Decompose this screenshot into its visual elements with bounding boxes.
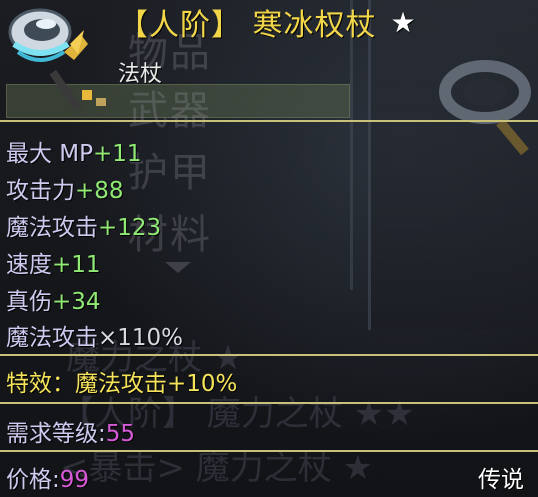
stat-value: +11 <box>93 141 142 167</box>
special-effect: 特效：魔法攻击+10% <box>6 371 238 397</box>
item-name: 【人阶】 寒冰权杖 <box>118 8 377 43</box>
ghost-staff-icon <box>439 60 531 156</box>
price-value: 99 <box>59 467 90 493</box>
stat-magic-attack: 魔法攻击+123 <box>6 208 161 242</box>
stat-attack: 攻击力+88 <box>6 171 124 205</box>
background-detail-panel <box>368 0 538 330</box>
stat-value: +123 <box>98 215 162 241</box>
stat-speed: 速度+11 <box>6 245 101 279</box>
level-requirement-label: 需求等级: <box>6 421 106 447</box>
item-tooltip: 物品 武器 护甲 材料 魔力之杖 ★ 【人阶】 魔力之杖 ★★ <暴击> 魔力之… <box>0 0 538 497</box>
rarity-label: 传说 <box>478 467 524 493</box>
item-type-label: 法杖 <box>118 62 163 87</box>
stat-value: ×110% <box>98 325 184 351</box>
stat-value: +11 <box>52 252 101 278</box>
item-price: 价格:99 <box>6 460 89 494</box>
star-icon: ★ <box>390 5 417 39</box>
divider-requirement <box>0 402 538 404</box>
stat-value: +88 <box>75 178 124 204</box>
stat-max-mp: 最大 MP+11 <box>6 134 142 168</box>
stat-name: 速度 <box>6 252 52 278</box>
background-scroll-down-icon <box>165 262 191 273</box>
level-requirement-value: 55 <box>105 421 136 447</box>
divider-top <box>0 120 538 122</box>
stat-true-damage: 真伤+34 <box>6 282 101 316</box>
stat-magic-attack-multiplier: 魔法攻击×110% <box>6 318 183 352</box>
item-title: 【人阶】 寒冰权杖 ★ <box>118 2 417 44</box>
stat-name: 最大 MP <box>6 141 94 167</box>
level-requirement: 需求等级:55 <box>6 414 135 448</box>
divider-effect <box>0 354 538 356</box>
stat-name: 攻击力 <box>6 178 75 204</box>
stat-name: 魔法攻击 <box>6 215 98 241</box>
stat-name: 真伤 <box>6 289 52 315</box>
price-label: 价格: <box>6 467 60 493</box>
divider-price <box>0 450 538 452</box>
stat-name: 魔法攻击 <box>6 325 98 351</box>
stat-value: +34 <box>52 289 101 315</box>
ice-staff-icon <box>8 8 106 112</box>
